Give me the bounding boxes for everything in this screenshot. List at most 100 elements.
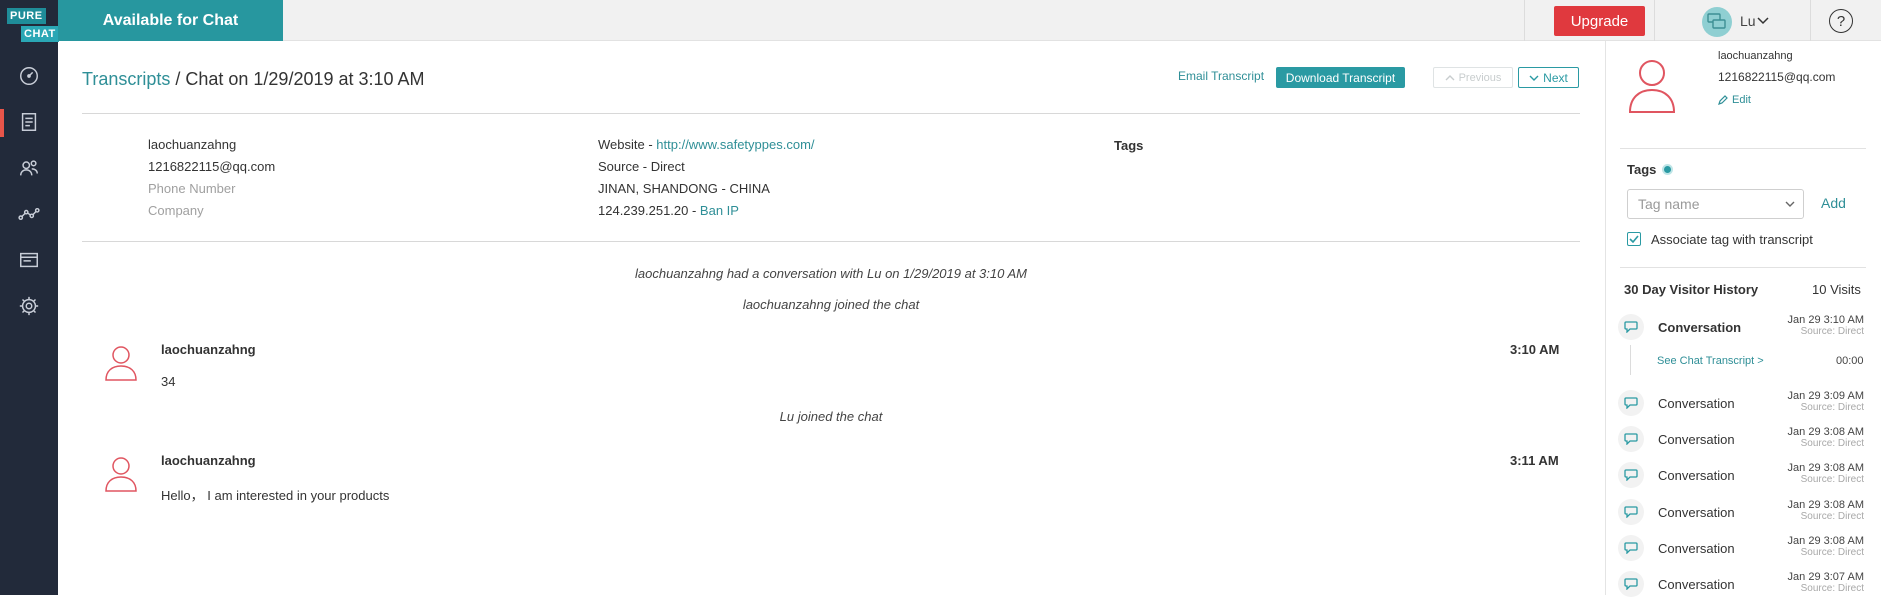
divider [1620,148,1866,149]
visitor-company[interactable]: Company [148,200,275,222]
separator [1654,0,1655,41]
widgets-icon [20,252,38,268]
history-item-source: Source: Direct [1800,438,1864,449]
edit-label: Edit [1732,94,1751,106]
history-item[interactable]: Conversation Jan 29 3:08 AM Source: Direct [1618,462,1866,496]
history-item-label: Conversation [1658,505,1735,520]
left-nav-rail: PURE CHAT [0,0,59,595]
visitor-phone[interactable]: Phone Number [148,178,275,200]
message-time: 3:10 AM [1510,342,1560,357]
visit-count: 10 Visits [1812,282,1861,297]
visitor-contact-info: laochuanzahng 1216822115@qq.com Phone Nu… [148,134,275,222]
associate-tag-label: Associate tag with transcript [1651,232,1813,247]
tags-heading: Tags [1114,138,1144,153]
visitor-name: laochuanzahng [148,137,237,152]
nav-widgets[interactable] [0,239,58,281]
next-label: Next [1543,70,1568,85]
history-item-label: Conversation [1658,577,1735,592]
visitor-details: Website - http://www.safetyppes.com/ Sou… [598,134,815,222]
chevron-down-icon[interactable] [1757,13,1769,27]
nav-transcripts[interactable] [0,101,58,143]
logo-line2: CHAT [21,26,59,42]
nav-analytics[interactable] [0,193,58,235]
message-text: Hello， I am interested in your products [161,488,390,503]
ip-row: 124.239.251.20 - Ban IP [598,200,815,222]
divider [82,113,1580,114]
user-name[interactable]: Lu [1740,13,1756,29]
download-transcript-button[interactable]: Download Transcript [1276,67,1405,88]
top-bar: Available for Chat Upgrade Lu ? [58,0,1881,41]
history-item-date: Jan 29 3:07 AM [1787,571,1864,583]
help-icon[interactable]: ? [1829,9,1853,33]
tag-select-placeholder: Tag name [1638,196,1700,212]
history-item[interactable]: Conversation Jan 29 3:07 AM Source: Direct [1618,571,1866,605]
visitor-avatar-icon [105,346,137,381]
message-author: laochuanzahng [161,342,256,357]
panel-visitor-email: 1216822115@qq.com [1718,70,1836,84]
pure-chat-logo[interactable]: PURE CHAT [7,8,59,42]
chat-bubble-icon [1618,314,1644,340]
user-avatar[interactable] [1702,7,1732,37]
history-item[interactable]: Conversation Jan 29 3:08 AM Source: Direct [1618,426,1866,460]
history-item-source: Source: Direct [1800,474,1864,485]
history-item[interactable]: Conversation Jan 29 3:10 AM Source: Direct [1618,314,1866,348]
ip-address: 124.239.251.20 - [598,203,700,218]
chat-bubbles-icon [1707,13,1726,29]
checkmark-icon [1629,235,1639,243]
nav-contacts[interactable] [0,147,58,189]
history-item[interactable]: Conversation Jan 29 3:09 AM Source: Direct [1618,390,1866,424]
message-text: 34 [161,374,176,389]
history-item[interactable]: Conversation Jan 29 3:08 AM Source: Direct [1618,535,1866,569]
panel-tags-heading: Tags [1627,162,1674,177]
next-button[interactable]: Next [1518,67,1579,88]
system-message: laochuanzahng joined the chat [742,297,920,312]
panel-visitor-name: laochuanzahng [1718,50,1793,62]
history-item-source: Source: Direct [1800,402,1864,413]
add-tag-button[interactable]: Add [1821,195,1846,211]
transcripts-icon [21,113,37,131]
previous-button[interactable]: Previous [1433,67,1513,88]
associate-tag-checkbox[interactable] [1627,232,1641,246]
history-item-label: Conversation [1658,541,1735,556]
visitor-avatar-icon [105,457,137,492]
timeline-connector [1630,345,1631,375]
tags-info-icon[interactable] [1662,164,1674,175]
history-item-date: Jan 29 3:10 AM [1787,314,1864,326]
nav-dashboard[interactable] [0,55,58,97]
tags-label: Tags [1627,162,1657,177]
email-transcript-link[interactable]: Email Transcript [1178,69,1264,83]
ban-ip-link[interactable]: Ban IP [700,203,739,218]
edit-visitor-link[interactable]: Edit [1718,94,1751,106]
history-item-date: Jan 29 3:09 AM [1787,390,1864,402]
history-item-date: Jan 29 3:08 AM [1787,426,1864,438]
breadcrumb-transcripts-link[interactable]: Transcripts [82,69,170,89]
contacts-icon [20,160,38,176]
history-item-label: Conversation [1658,432,1735,447]
availability-status[interactable]: Available for Chat [58,0,283,41]
history-item-source: Source: Direct [1800,511,1864,522]
upgrade-button[interactable]: Upgrade [1554,6,1645,36]
pencil-icon [1718,95,1728,105]
dashboard-icon [20,67,38,85]
history-item-label: Conversation [1658,396,1735,411]
history-item-label: Conversation [1658,320,1742,335]
history-item-source: Source: Direct [1800,326,1864,337]
visitor-history-title: 30 Day Visitor History [1624,282,1759,297]
chat-bubble-icon [1618,462,1644,488]
logo-line1: PURE [7,8,46,24]
tag-name-select[interactable]: Tag name [1627,189,1804,219]
website-link[interactable]: http://www.safetyppes.com/ [656,137,814,152]
history-item-date: Jan 29 3:08 AM [1787,499,1864,511]
location: JINAN, SHANDONG - CHINA [598,181,770,196]
chat-bubble-icon [1618,571,1644,597]
see-chat-transcript-link[interactable]: See Chat Transcript > [1657,355,1764,367]
history-item-date: Jan 29 3:08 AM [1787,535,1864,547]
history-item[interactable]: Conversation Jan 29 3:08 AM Source: Direct [1618,499,1866,533]
visitor-avatar-icon [1628,60,1676,113]
chat-duration: 00:00 [1836,355,1864,367]
source: Source - Direct [598,159,685,174]
history-item-label: Conversation [1658,468,1735,483]
visitor-email: 1216822115@qq.com [148,159,276,174]
nav-settings[interactable] [0,285,58,327]
chat-bubble-icon [1618,390,1644,416]
